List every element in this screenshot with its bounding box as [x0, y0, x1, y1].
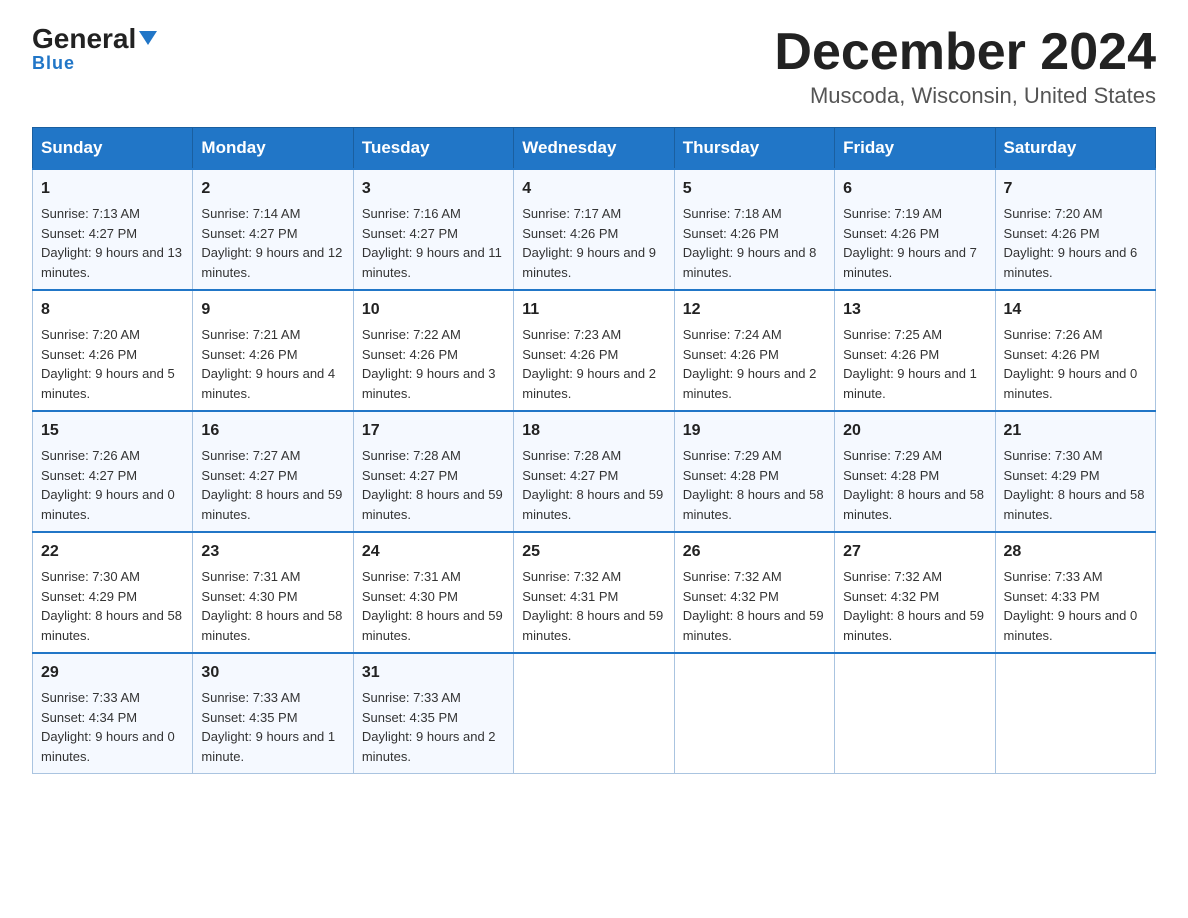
empty-cell	[514, 653, 674, 774]
calendar-cell-19: 19Sunrise: 7:29 AMSunset: 4:28 PMDayligh…	[674, 411, 834, 532]
day-number: 15	[41, 419, 184, 443]
logo-general-text: General	[32, 24, 157, 55]
empty-cell	[995, 653, 1155, 774]
logo-blue-text: Blue	[32, 53, 75, 74]
calendar-cell-28: 28Sunrise: 7:33 AMSunset: 4:33 PMDayligh…	[995, 532, 1155, 653]
day-number: 25	[522, 540, 665, 564]
calendar-cell-17: 17Sunrise: 7:28 AMSunset: 4:27 PMDayligh…	[353, 411, 513, 532]
calendar-cell-12: 12Sunrise: 7:24 AMSunset: 4:26 PMDayligh…	[674, 290, 834, 411]
calendar-subtitle: Muscoda, Wisconsin, United States	[774, 83, 1156, 109]
day-number: 7	[1004, 177, 1147, 201]
calendar-cell-31: 31Sunrise: 7:33 AMSunset: 4:35 PMDayligh…	[353, 653, 513, 774]
weekday-header-row: SundayMondayTuesdayWednesdayThursdayFrid…	[33, 128, 1156, 170]
calendar-cell-22: 22Sunrise: 7:30 AMSunset: 4:29 PMDayligh…	[33, 532, 193, 653]
calendar-week-row: 29Sunrise: 7:33 AMSunset: 4:34 PMDayligh…	[33, 653, 1156, 774]
day-number: 31	[362, 661, 505, 685]
weekday-header-sunday: Sunday	[33, 128, 193, 170]
day-number: 18	[522, 419, 665, 443]
day-number: 16	[201, 419, 344, 443]
calendar-cell-1: 1Sunrise: 7:13 AMSunset: 4:27 PMDaylight…	[33, 169, 193, 290]
calendar-title: December 2024	[774, 24, 1156, 81]
day-number: 10	[362, 298, 505, 322]
calendar-week-row: 22Sunrise: 7:30 AMSunset: 4:29 PMDayligh…	[33, 532, 1156, 653]
day-number: 13	[843, 298, 986, 322]
weekday-header-saturday: Saturday	[995, 128, 1155, 170]
day-number: 14	[1004, 298, 1147, 322]
calendar-week-row: 8Sunrise: 7:20 AMSunset: 4:26 PMDaylight…	[33, 290, 1156, 411]
day-number: 26	[683, 540, 826, 564]
day-number: 1	[41, 177, 184, 201]
weekday-header-wednesday: Wednesday	[514, 128, 674, 170]
day-number: 21	[1004, 419, 1147, 443]
calendar-cell-21: 21Sunrise: 7:30 AMSunset: 4:29 PMDayligh…	[995, 411, 1155, 532]
day-number: 30	[201, 661, 344, 685]
calendar-cell-26: 26Sunrise: 7:32 AMSunset: 4:32 PMDayligh…	[674, 532, 834, 653]
weekday-header-friday: Friday	[835, 128, 995, 170]
calendar-cell-20: 20Sunrise: 7:29 AMSunset: 4:28 PMDayligh…	[835, 411, 995, 532]
calendar-week-row: 15Sunrise: 7:26 AMSunset: 4:27 PMDayligh…	[33, 411, 1156, 532]
day-number: 27	[843, 540, 986, 564]
calendar-cell-4: 4Sunrise: 7:17 AMSunset: 4:26 PMDaylight…	[514, 169, 674, 290]
calendar-cell-25: 25Sunrise: 7:32 AMSunset: 4:31 PMDayligh…	[514, 532, 674, 653]
title-block: December 2024 Muscoda, Wisconsin, United…	[774, 24, 1156, 109]
empty-cell	[835, 653, 995, 774]
day-number: 6	[843, 177, 986, 201]
day-number: 12	[683, 298, 826, 322]
calendar-cell-15: 15Sunrise: 7:26 AMSunset: 4:27 PMDayligh…	[33, 411, 193, 532]
day-number: 23	[201, 540, 344, 564]
day-number: 22	[41, 540, 184, 564]
calendar-cell-10: 10Sunrise: 7:22 AMSunset: 4:26 PMDayligh…	[353, 290, 513, 411]
calendar-cell-9: 9Sunrise: 7:21 AMSunset: 4:26 PMDaylight…	[193, 290, 353, 411]
calendar-cell-23: 23Sunrise: 7:31 AMSunset: 4:30 PMDayligh…	[193, 532, 353, 653]
calendar-cell-8: 8Sunrise: 7:20 AMSunset: 4:26 PMDaylight…	[33, 290, 193, 411]
calendar-cell-16: 16Sunrise: 7:27 AMSunset: 4:27 PMDayligh…	[193, 411, 353, 532]
calendar-table: SundayMondayTuesdayWednesdayThursdayFrid…	[32, 127, 1156, 774]
day-number: 11	[522, 298, 665, 322]
day-number: 28	[1004, 540, 1147, 564]
day-number: 3	[362, 177, 505, 201]
calendar-cell-29: 29Sunrise: 7:33 AMSunset: 4:34 PMDayligh…	[33, 653, 193, 774]
day-number: 2	[201, 177, 344, 201]
calendar-cell-7: 7Sunrise: 7:20 AMSunset: 4:26 PMDaylight…	[995, 169, 1155, 290]
empty-cell	[674, 653, 834, 774]
day-number: 19	[683, 419, 826, 443]
calendar-week-row: 1Sunrise: 7:13 AMSunset: 4:27 PMDaylight…	[33, 169, 1156, 290]
calendar-cell-6: 6Sunrise: 7:19 AMSunset: 4:26 PMDaylight…	[835, 169, 995, 290]
day-number: 20	[843, 419, 986, 443]
calendar-cell-27: 27Sunrise: 7:32 AMSunset: 4:32 PMDayligh…	[835, 532, 995, 653]
calendar-cell-30: 30Sunrise: 7:33 AMSunset: 4:35 PMDayligh…	[193, 653, 353, 774]
calendar-cell-11: 11Sunrise: 7:23 AMSunset: 4:26 PMDayligh…	[514, 290, 674, 411]
day-number: 17	[362, 419, 505, 443]
weekday-header-thursday: Thursday	[674, 128, 834, 170]
day-number: 5	[683, 177, 826, 201]
weekday-header-monday: Monday	[193, 128, 353, 170]
page-header: General Blue December 2024 Muscoda, Wisc…	[32, 24, 1156, 109]
day-number: 9	[201, 298, 344, 322]
calendar-cell-3: 3Sunrise: 7:16 AMSunset: 4:27 PMDaylight…	[353, 169, 513, 290]
logo: General Blue	[32, 24, 157, 74]
calendar-cell-14: 14Sunrise: 7:26 AMSunset: 4:26 PMDayligh…	[995, 290, 1155, 411]
calendar-cell-2: 2Sunrise: 7:14 AMSunset: 4:27 PMDaylight…	[193, 169, 353, 290]
day-number: 4	[522, 177, 665, 201]
calendar-cell-18: 18Sunrise: 7:28 AMSunset: 4:27 PMDayligh…	[514, 411, 674, 532]
day-number: 8	[41, 298, 184, 322]
calendar-cell-5: 5Sunrise: 7:18 AMSunset: 4:26 PMDaylight…	[674, 169, 834, 290]
day-number: 24	[362, 540, 505, 564]
calendar-cell-13: 13Sunrise: 7:25 AMSunset: 4:26 PMDayligh…	[835, 290, 995, 411]
weekday-header-tuesday: Tuesday	[353, 128, 513, 170]
calendar-cell-24: 24Sunrise: 7:31 AMSunset: 4:30 PMDayligh…	[353, 532, 513, 653]
day-number: 29	[41, 661, 184, 685]
